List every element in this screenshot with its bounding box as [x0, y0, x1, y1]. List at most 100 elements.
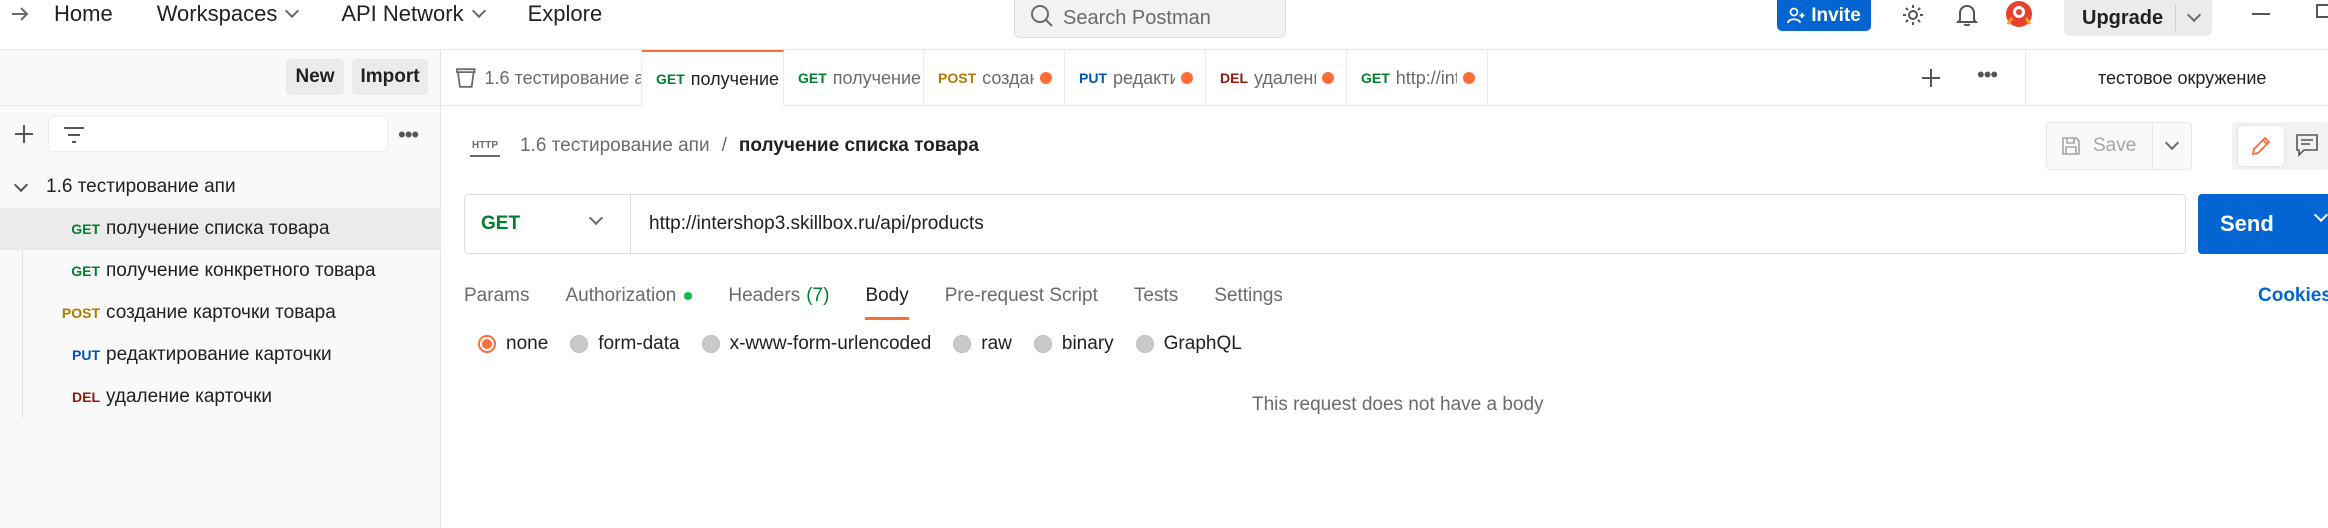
radio-x-www-form-urlencoded[interactable]: x-www-form-urlencoded	[701, 333, 931, 355]
sidebar-item-label: создание карточки товара	[106, 302, 336, 323]
tab-body[interactable]: Body	[865, 276, 910, 320]
request-name[interactable]: получение списка товара	[739, 135, 979, 157]
method-badge: DEL	[1220, 70, 1248, 86]
nav-api-network[interactable]: API Network	[341, 1, 486, 27]
method-badge: GET	[656, 71, 685, 87]
tab-label: получение списка	[690, 68, 783, 89]
collection-folder[interactable]: 1.6 тестирование апи	[0, 166, 441, 208]
more-tabs-icon[interactable]: •••	[1977, 62, 1998, 88]
chevron-down-icon	[285, 3, 300, 19]
filter-input[interactable]	[48, 116, 388, 152]
radio-unselected	[570, 335, 589, 353]
tab-params[interactable]: Params	[464, 276, 529, 316]
plus-icon[interactable]	[10, 120, 38, 148]
method-badge: GET	[71, 263, 100, 279]
method-select[interactable]: GET	[465, 195, 631, 253]
tab-request[interactable]: POST создание карто	[924, 50, 1065, 106]
more-options-icon[interactable]: •••	[398, 122, 419, 148]
unsaved-dot	[1181, 72, 1193, 84]
status-dot	[684, 292, 693, 300]
method-badge: PUT	[72, 347, 100, 363]
search-placeholder: Search Postman	[1063, 7, 1211, 29]
tab-label: получение конкре	[832, 67, 923, 88]
send-button[interactable]: Send	[2198, 194, 2328, 254]
sidebar-item-request[interactable]: DEL удаление карточки	[0, 376, 441, 418]
collection-name: 1.6 тестирование апи	[46, 176, 236, 197]
chevron-down-icon	[471, 3, 486, 19]
radio-unselected	[953, 335, 972, 353]
tab-request[interactable]: DEL удаление карто	[1206, 50, 1347, 106]
maximize-window-icon[interactable]	[2316, 4, 2328, 18]
radio-selected	[478, 335, 496, 353]
environment-selector[interactable]: тестовое окружение	[2025, 50, 2328, 106]
top-header: Home Workspaces API Network Explore Sear…	[0, 0, 2328, 50]
environment-label: тестовое окружение	[2098, 67, 2267, 88]
chevron-down-icon[interactable]	[2313, 207, 2328, 223]
breadcrumb-collection[interactable]: 1.6 тестирование апи	[520, 135, 710, 157]
search-input[interactable]: Search Postman	[1014, 0, 1286, 38]
settings-gear-icon[interactable]	[1896, 0, 1930, 30]
save-dropdown[interactable]	[2153, 135, 2191, 151]
radio-none[interactable]: none	[478, 333, 548, 355]
tab-settings[interactable]: Settings	[1214, 276, 1283, 316]
sidebar-item-request[interactable]: POST создание карточки товара	[0, 292, 441, 334]
tab-label: удаление карто	[1254, 67, 1316, 88]
import-button[interactable]: Import	[352, 59, 428, 95]
nav-workspaces[interactable]: Workspaces	[157, 1, 300, 27]
radio-binary[interactable]: binary	[1033, 333, 1114, 355]
sidebar-item-label: получение списка товара	[106, 218, 330, 239]
nav-explore[interactable]: Explore	[528, 1, 603, 27]
tab-request[interactable]: GET http://intershop3	[1347, 50, 1488, 106]
tab-collection[interactable]: 1.6 тестирование а	[441, 50, 642, 106]
radio-form-data[interactable]: form-data	[570, 333, 680, 355]
cookies-link[interactable]: Cookies	[2258, 276, 2328, 316]
invite-button[interactable]: Invite	[1777, 0, 1871, 31]
notification-bell-icon[interactable]	[1950, 0, 1984, 30]
empty-body-message: This request does not have a body	[1252, 394, 1544, 415]
save-button[interactable]: Save	[2047, 135, 2152, 157]
radio-graphql[interactable]: GraphQL	[1135, 333, 1242, 355]
avatar[interactable]	[2002, 0, 2036, 30]
upgrade-button[interactable]: Upgrade	[2064, 0, 2212, 36]
request-tab-bar: 1.6 тестирование а GET получение списка …	[441, 50, 2328, 106]
nav-home[interactable]: Home	[54, 1, 113, 27]
http-icon: HTTP	[470, 135, 500, 157]
sidebar-item-request[interactable]: GET получение списка товара	[0, 208, 441, 250]
request-config-tabs: Params Authorization Headers (7) Body Pre…	[464, 276, 1283, 320]
sidebar-item-request[interactable]: PUT редактирование карточки	[0, 334, 441, 376]
tab-request[interactable]: PUT редактировани	[1065, 50, 1206, 106]
tab-label: 1.6 тестирование а	[484, 67, 641, 88]
sidebar-item-request[interactable]: GET получение конкретного товара	[0, 250, 441, 292]
tab-prerequest-script[interactable]: Pre-request Script	[945, 276, 1098, 316]
add-user-icon	[1787, 7, 1805, 23]
view-mode-toggle	[2232, 122, 2328, 170]
main-nav: Home Workspaces API Network Explore	[54, 0, 602, 28]
tab-authorization[interactable]: Authorization	[565, 276, 693, 316]
sidebar-item-label: удаление карточки	[106, 386, 273, 407]
tab-request[interactable]: GET получение конкре	[784, 50, 924, 106]
tab-request[interactable]: GET получение списка	[642, 50, 784, 106]
tab-tests[interactable]: Tests	[1134, 276, 1178, 316]
collection-tree: 1.6 тестирование апи GET получение списк…	[0, 166, 441, 418]
body-type-radios: none form-data x-www-form-urlencoded raw…	[478, 330, 1242, 358]
url-input[interactable]: http://intershop3.skillbox.ru/api/produc…	[631, 213, 984, 235]
minimize-window-icon[interactable]	[2252, 13, 2270, 15]
upgrade-dropdown[interactable]	[2176, 7, 2212, 23]
edit-pencil-icon[interactable]	[2238, 126, 2284, 166]
tab-label: http://intershop3	[1395, 67, 1457, 88]
radio-unselected	[701, 335, 720, 353]
tab-headers[interactable]: Headers (7)	[728, 276, 829, 316]
radio-unselected	[1135, 335, 1154, 353]
back-arrow-icon[interactable]	[4, 0, 36, 28]
sidebar-item-label: получение конкретного товара	[106, 260, 376, 281]
breadcrumb-separator: /	[721, 135, 727, 156]
comment-icon[interactable]	[2294, 132, 2320, 158]
save-icon	[2062, 137, 2080, 155]
method-badge: POST	[938, 70, 977, 86]
sidebar-item-label: редактирование карточки	[106, 344, 332, 365]
new-button[interactable]: New	[286, 59, 344, 95]
tab-label: создание карто	[982, 67, 1034, 88]
radio-raw[interactable]: raw	[953, 333, 1012, 355]
new-tab-plus-icon[interactable]	[1917, 64, 1945, 92]
chevron-down-icon	[588, 210, 604, 226]
